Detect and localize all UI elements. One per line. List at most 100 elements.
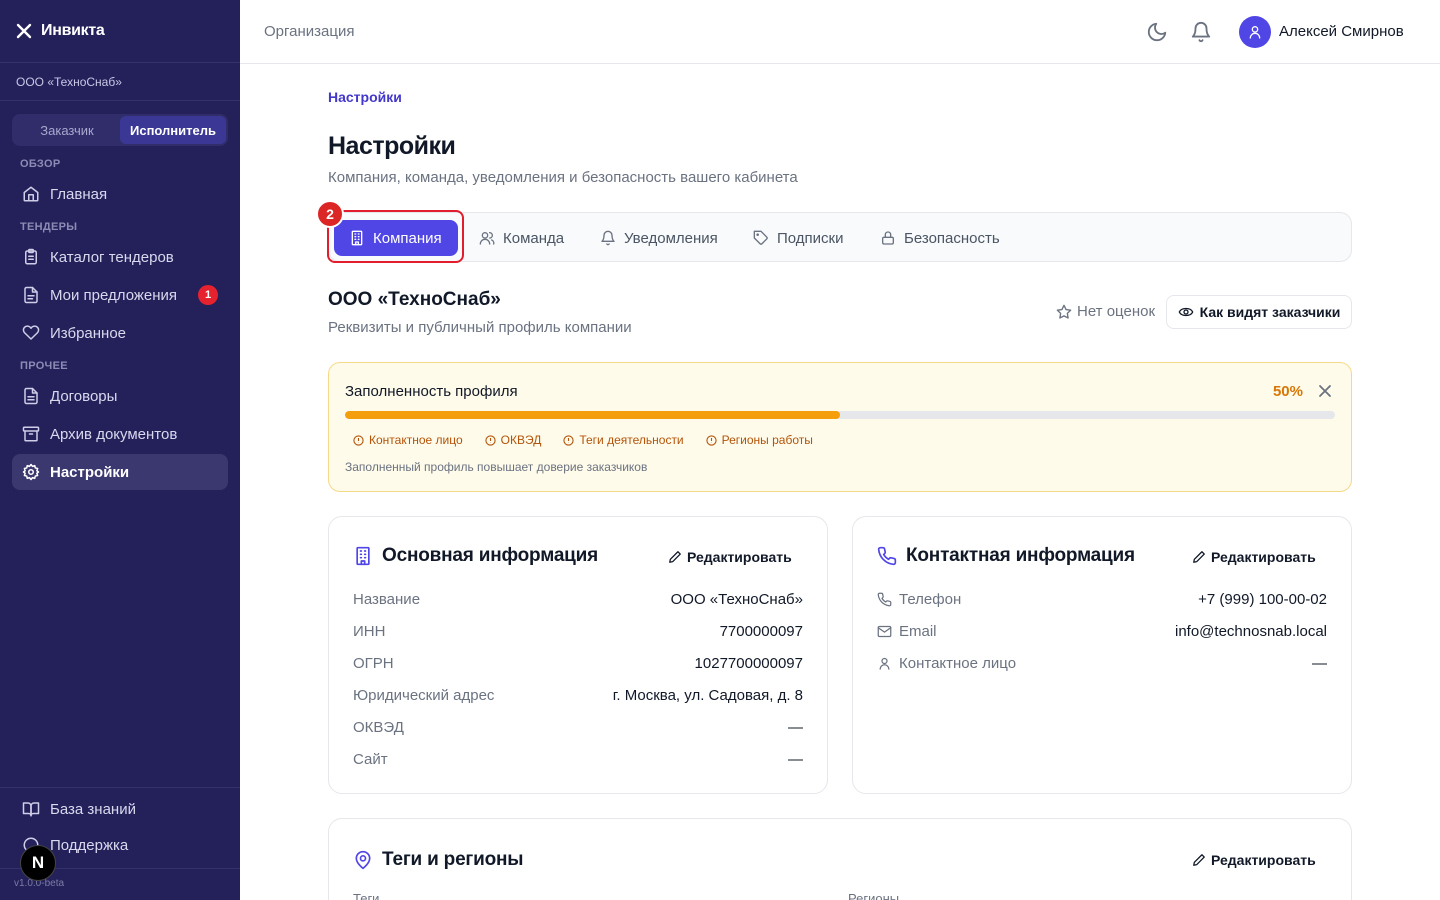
row-label: ОГРН [353, 654, 394, 672]
star-icon [1056, 304, 1072, 319]
role-customer-button[interactable]: Заказчик [14, 116, 120, 144]
sidebar-item-home[interactable]: Главная [12, 176, 228, 212]
pencil-icon [1193, 551, 1205, 563]
button-label: Редактировать [687, 549, 792, 565]
missing-field-item[interactable]: ОКВЭД [485, 433, 541, 447]
row-value: 1027700000097 [694, 654, 803, 672]
section-label-overview: ОБЗОР [20, 158, 61, 170]
users-icon [479, 232, 495, 245]
card-title: Контактная информация [877, 545, 1135, 567]
row-label: ОКВЭД [353, 718, 404, 736]
brand-name: Инвикта [41, 22, 105, 39]
role-contractor-button[interactable]: Исполнитель [120, 116, 226, 144]
tab-company[interactable]: Компания [334, 220, 458, 256]
row-value: — [788, 750, 803, 768]
clipboard-icon [25, 248, 37, 265]
missing-field-item[interactable]: Теги деятельности [563, 433, 684, 447]
card-title: Основная информация [353, 545, 598, 567]
profile-completeness-card: Заполненность профиля 50% Контактное лиц… [328, 362, 1352, 492]
alert-circle-icon [485, 434, 496, 446]
edit-basic-info-button[interactable]: Редактировать [668, 549, 792, 565]
user-name[interactable]: Алексей Смирнов [1279, 23, 1404, 40]
row-label: Юридический адрес [353, 686, 495, 704]
sidebar-item-label: Каталог тендеров [50, 248, 174, 266]
building-icon [351, 230, 363, 246]
tab-subscriptions[interactable]: Подписки [753, 220, 844, 256]
moon-icon[interactable] [1146, 21, 1168, 43]
sidebar-item-knowledge-base[interactable]: База знаний [12, 791, 228, 827]
phone-icon [877, 592, 892, 606]
tab-team[interactable]: Команда [479, 220, 564, 256]
sidebar: Инвикта ООО «ТехноСнаб» Заказчик Исполни… [0, 0, 240, 900]
sidebar-item-label: Архив документов [50, 425, 178, 443]
heart-icon [22, 325, 40, 340]
card-title: Теги и регионы [353, 849, 524, 871]
alert-circle-icon [563, 434, 574, 446]
logo-icon [16, 23, 32, 39]
info-row: ОКВЭД — [353, 717, 803, 737]
page-subtitle: Компания, команда, уведомления и безопас… [328, 169, 798, 186]
row-value: 7700000097 [719, 622, 803, 640]
missing-field-item[interactable]: Контактное лицо [353, 433, 463, 447]
tab-label: Компания [373, 229, 442, 247]
section-label-other: ПРОЧЕЕ [20, 360, 68, 372]
row-label: Сайт [353, 750, 388, 768]
alert-circle-icon [706, 434, 717, 446]
row-value[interactable]: +7 (999) 100-00-02 [1198, 591, 1327, 608]
bell-icon [601, 230, 615, 246]
divider [0, 787, 240, 788]
tag-icon [753, 230, 768, 245]
rating-text: Нет оценок [1077, 303, 1156, 320]
regions-label: Регионы [848, 891, 900, 900]
row-label-text: Телефон [899, 590, 962, 608]
row-value[interactable]: info@technosnab.local [1175, 623, 1327, 640]
tags-regions-card: Теги и регионы Редактировать Теги Регион… [328, 818, 1352, 900]
missing-field-item[interactable]: Регионы работы [706, 433, 813, 447]
close-icon[interactable] [1317, 383, 1333, 399]
sidebar-item-label: Мои предложения [50, 286, 178, 304]
bell-icon[interactable] [1190, 21, 1212, 43]
tab-security[interactable]: Безопасность [880, 220, 1000, 256]
gear-icon [22, 463, 40, 481]
brand[interactable]: Инвикта [0, 0, 240, 63]
rating: Нет оценок [1056, 303, 1155, 320]
progress-bar [345, 411, 1335, 419]
tags-label: Теги [353, 891, 380, 900]
progress-note: Заполненный профиль повышает доверие зак… [345, 460, 648, 474]
mail-icon [877, 625, 892, 637]
sidebar-item-settings[interactable]: Настройки [12, 454, 228, 490]
edit-tags-regions-button[interactable]: Редактировать [1192, 852, 1316, 868]
tab-notifications[interactable]: Уведомления [600, 220, 718, 256]
sidebar-item-label: Избранное [50, 324, 127, 342]
info-row: Юридический адрес г. Москва, ул. Садовая,… [353, 685, 803, 705]
file-icon [24, 286, 38, 304]
row-value: ООО «ТехноСнаб» [670, 590, 803, 608]
edit-contact-info-button[interactable]: Редактировать [1192, 549, 1316, 565]
settings-tabs: Компания Команда Уведомления Подписки Бе… [328, 212, 1352, 262]
progress-fill [345, 411, 840, 419]
sidebar-item-archive[interactable]: Архив документов [12, 416, 228, 452]
sidebar-item-label: База знаний [50, 800, 136, 818]
page-title: Настройки [328, 132, 456, 160]
customer-view-button[interactable]: Как видят заказчики [1166, 295, 1352, 329]
lock-icon [882, 231, 894, 245]
sidebar-item-catalog[interactable]: Каталог тендеров [12, 239, 228, 275]
sidebar-item-offers[interactable]: Мои предложения 1 [12, 277, 228, 313]
info-row: Email info@technosnab.local [877, 621, 1327, 641]
missing-field-label: Регионы работы [721, 433, 813, 447]
sidebar-item-contracts[interactable]: Договоры [12, 378, 228, 414]
card-title-text: Теги и регионы [382, 849, 524, 870]
tab-label: Уведомления [624, 229, 718, 247]
dev-tools-button[interactable]: N [20, 845, 56, 881]
organization-name[interactable]: ООО «ТехноСнаб» [0, 63, 240, 101]
progress-percent: 50% [1272, 383, 1303, 400]
info-row: Название ООО «ТехноСнаб» [353, 589, 803, 609]
offers-count-badge: 1 [198, 285, 218, 305]
tab-label: Безопасность [904, 229, 1000, 247]
sidebar-item-favorites[interactable]: Избранное [12, 315, 228, 351]
archive-icon [22, 426, 40, 442]
row-label: ИНН [353, 622, 386, 640]
breadcrumb[interactable]: Настройки [328, 89, 402, 105]
avatar[interactable] [1239, 16, 1271, 48]
info-row: ОГРН 1027700000097 [353, 653, 803, 673]
